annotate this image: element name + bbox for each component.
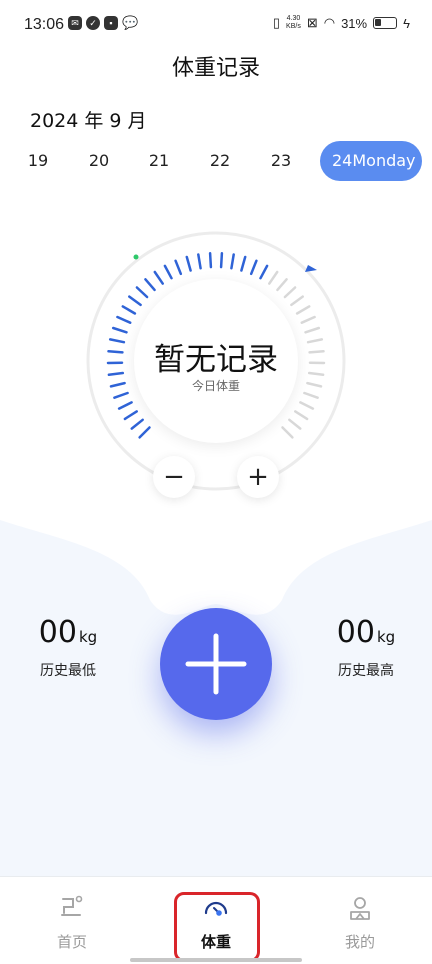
decrease-button[interactable]: − — [153, 456, 195, 498]
gauge-tick — [208, 251, 213, 269]
stat-highest-value: 00 — [336, 615, 375, 650]
gauge-tick — [111, 326, 128, 334]
gauge-tick — [283, 286, 297, 299]
gauge-tick — [116, 315, 132, 324]
tab-home-label: 首页 — [56, 933, 87, 951]
vibrate-icon: ▯ — [272, 15, 281, 30]
page-title: 体重记录 — [171, 56, 260, 81]
date-item[interactable]: 21 — [148, 141, 170, 181]
date-item-selected[interactable]: 24Monday — [320, 141, 422, 181]
month-label[interactable]: 2024 年 9 月 — [30, 106, 147, 133]
gauge-tick — [259, 264, 269, 280]
increase-button[interactable]: + — [237, 456, 279, 498]
gauge-tick — [268, 270, 279, 285]
date-item[interactable]: 20 — [88, 141, 110, 181]
charging-icon: ϟ — [403, 15, 410, 31]
gauge-tick — [197, 253, 202, 270]
check-notification-icon: ✓ — [86, 16, 100, 30]
tab-profile[interactable]: 我的 — [310, 895, 410, 952]
stat-lowest-value: 00 — [38, 615, 77, 650]
gauge-tick — [299, 401, 315, 410]
battery-icon — [373, 17, 398, 29]
gauge-tick — [230, 253, 235, 270]
gauge-tick — [290, 295, 304, 307]
gauge-tick — [123, 410, 138, 421]
tab-highlight-box — [174, 892, 260, 962]
gauge-tick — [240, 255, 247, 272]
stat-lowest-label: 历史最低 — [40, 663, 96, 679]
gauge-tick — [219, 251, 224, 269]
gauge-tick — [300, 315, 316, 324]
mail-notification-icon: ✉ — [68, 16, 82, 30]
sim-icon: ⊠ — [306, 15, 318, 30]
network-speed: 4.30 KB/s — [286, 15, 301, 30]
gauge-tick — [304, 326, 321, 334]
tab-home[interactable]: 首页 — [22, 895, 122, 952]
date-item[interactable]: 19 — [27, 141, 49, 181]
gauge-tick — [163, 264, 173, 280]
gauge-tick — [138, 426, 151, 439]
stat-lowest-value-row: 00 kg — [8, 615, 128, 650]
gauge-pointer-icon — [305, 265, 317, 272]
gauge-tick — [121, 305, 137, 315]
date-item[interactable]: 23 — [270, 141, 292, 181]
gauge-tick — [294, 410, 309, 421]
stat-highest-label: 历史最高 — [338, 663, 394, 679]
home-icon — [61, 895, 83, 916]
app-notification-icon: ▪ — [104, 16, 118, 30]
add-weight-button[interactable] — [160, 608, 272, 720]
status-right: ▯ 4.30 KB/s ⊠ ◠ 31% ϟ — [273, 15, 410, 31]
today-weight-label: 今日体重 — [191, 379, 240, 393]
gauge-tick — [288, 418, 302, 430]
date-item[interactable]: 22 — [209, 141, 231, 181]
gauge-tick — [295, 305, 311, 315]
gauge-tick — [130, 418, 144, 430]
status-bar: 13:06 ✉ ✓ ▪ 💬 ▯ 4.30 KB/s ⊠ ◠ 31% ϟ — [0, 0, 432, 50]
gauge-tick — [144, 278, 156, 292]
gauge-tick — [117, 401, 133, 410]
gauge-tick — [153, 270, 164, 285]
stat-lowest-unit: kg — [78, 628, 98, 646]
gauge-tick — [281, 426, 294, 439]
status-time: 13:06 — [24, 16, 65, 33]
chat-notification-icon: 💬 — [122, 15, 139, 30]
home-indicator[interactable] — [130, 958, 302, 962]
plus-icon — [185, 633, 247, 695]
gauge-tick — [249, 259, 258, 276]
profile-icon — [350, 897, 370, 920]
stat-lowest: 00 kg 历史最低 — [8, 615, 128, 680]
minus-icon: − — [163, 462, 185, 492]
gauge-tick — [135, 286, 149, 299]
battery-percent: 31% — [341, 15, 368, 31]
plus-small-icon: + — [247, 462, 269, 492]
gauge-tick — [174, 259, 183, 276]
date-strip: 19 20 21 22 23 24Monday — [0, 141, 432, 181]
stat-highest: 00 kg 历史最高 — [306, 615, 426, 680]
gauge-tick — [128, 295, 142, 307]
wifi-icon: ◠ — [323, 15, 336, 30]
gauge-tick — [185, 255, 192, 272]
gauge-tick — [276, 278, 288, 292]
weight-status: 暂无记录 — [154, 342, 278, 378]
gauge-start-dot — [133, 254, 139, 260]
stat-highest-value-row: 00 kg — [306, 615, 426, 650]
notification-icons: ✉ ✓ ▪ 💬 — [68, 15, 139, 30]
tab-profile-label: 我的 — [344, 933, 375, 951]
stat-highest-unit: kg — [376, 628, 396, 646]
